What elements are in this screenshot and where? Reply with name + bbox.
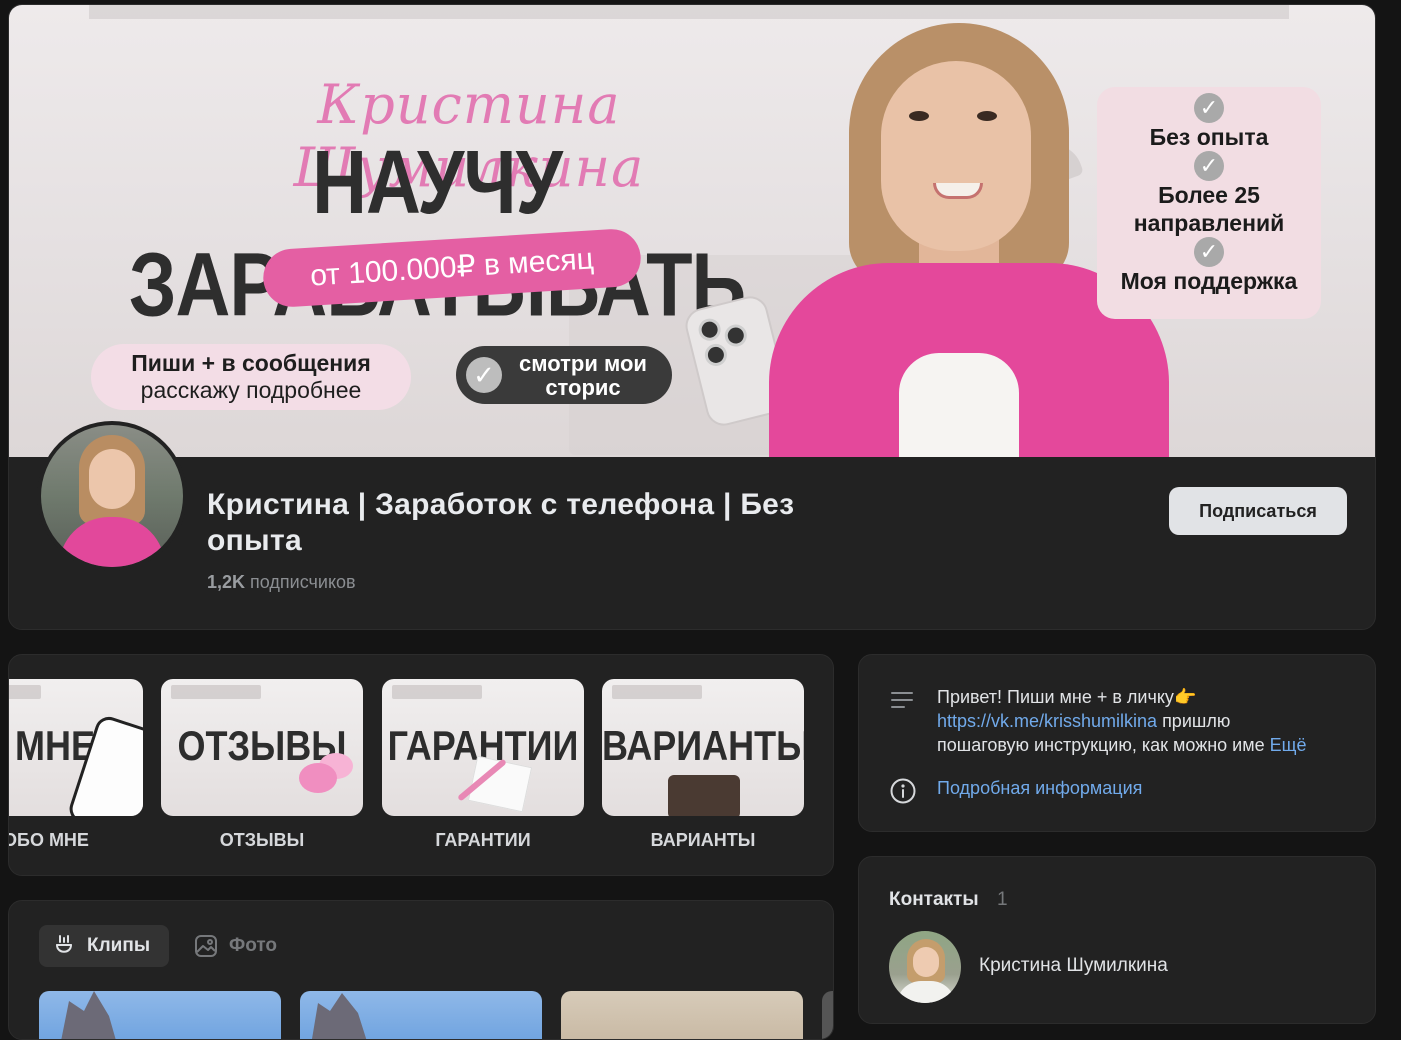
- checkmark-icon: ✓: [466, 357, 502, 393]
- highlight-thumb: ВАРИАНТЫ: [602, 679, 804, 816]
- cover-stories-line2: сторис: [545, 375, 621, 400]
- description-text: Привет! Пиши мне + в личку: [937, 687, 1174, 707]
- page-title: Кристина | Заработок с телефона | Без оп…: [207, 488, 795, 557]
- clip-thumbnail[interactable]: [561, 991, 803, 1039]
- avatar-shirt: [897, 981, 955, 1003]
- contacts-count: 1: [997, 889, 1008, 910]
- description-link[interactable]: https://vk.me/krisshumilkina: [937, 711, 1157, 731]
- highlight-thumb-word: ВАРИАНТЫ: [602, 721, 804, 769]
- checkmark-icon: ✓: [1194, 151, 1224, 181]
- tab-clips-label: Клипы: [87, 935, 151, 956]
- description-icon: [891, 692, 913, 708]
- cover-headline: НАУЧУ ЗАРАБАТЫВАТЬ: [129, 132, 746, 336]
- clips-icon: [56, 935, 72, 953]
- highlight-label: ОБО МНЕ: [8, 830, 89, 850]
- portrait-face: [881, 61, 1031, 251]
- story-highlights-card: МНЕ ОБО МНЕ ОТЗЫВЫ ОТЗЫВЫ ГАРАНТИИ ГАРАН…: [8, 654, 834, 876]
- subscribe-button[interactable]: Подписаться: [1169, 487, 1347, 535]
- subscribers-info[interactable]: 1,2K подписчиков: [207, 572, 356, 593]
- highlight-label: ГАРАНТИИ: [435, 830, 531, 850]
- thumb-shelf-decor: [392, 685, 482, 699]
- checkmark-icon: ✓: [1194, 237, 1224, 267]
- thumb-shelf-decor: [9, 685, 41, 699]
- highlight-thumb: ГАРАНТИИ: [382, 679, 584, 816]
- about-card: Привет! Пиши мне + в личку👉 https://vk.m…: [858, 654, 1376, 832]
- highlight-item[interactable]: ГАРАНТИИ ГАРАНТИИ: [382, 679, 584, 851]
- details-link[interactable]: Подробная информация: [937, 778, 1142, 799]
- pointing-hand-emoji: 👉: [1173, 687, 1197, 707]
- show-more-link[interactable]: Ещё: [1270, 735, 1307, 755]
- profile-avatar[interactable]: [37, 421, 187, 571]
- highlight-label: ВАРИАНТЫ: [650, 830, 756, 850]
- info-icon: [890, 778, 916, 804]
- highlight-label: ОТЗЫВЫ: [219, 830, 305, 850]
- photo-icon: [195, 935, 217, 957]
- profile-header-card: Кристина Шумилкина НАУЧУ ЗАРАБАТЫВАТЬ от…: [8, 4, 1376, 630]
- tree-illustration: [61, 991, 116, 1039]
- camera-lens-icon: [702, 341, 730, 369]
- clip-thumbnail[interactable]: [300, 991, 542, 1039]
- contacts-card: Контакты 1 Кристина Шумилкина: [858, 856, 1376, 1024]
- highlight-thumb: ОТЗЫВЫ: [161, 679, 363, 816]
- highlight-item[interactable]: ВАРИАНТЫ ВАРИАНТЫ: [602, 679, 804, 851]
- media-card: Клипы Фото: [8, 900, 834, 1040]
- portrait-eye: [977, 111, 997, 121]
- portrait-eye: [909, 111, 929, 121]
- cover-stories-text: смотри мои сторис: [502, 352, 664, 400]
- cover-stories-badge: ✓ смотри мои сторис: [456, 346, 672, 404]
- wallet-illustration: [668, 775, 740, 816]
- cover-image: Кристина Шумилкина НАУЧУ ЗАРАБАТЫВАТЬ от…: [9, 5, 1375, 457]
- portrait-top: [899, 353, 1019, 457]
- cover-message-line1: Пиши + в сообщения: [131, 350, 371, 376]
- camera-lens-icon: [722, 322, 750, 349]
- highlight-item[interactable]: ОТЗЫВЫ ОТЗЫВЫ: [161, 679, 363, 851]
- tab-photo-label: Фото: [229, 935, 278, 956]
- cover-stories-line1: смотри мои: [519, 351, 647, 376]
- cover-message-bubble: Пиши + в сообщения расскажу подробнее: [91, 344, 411, 410]
- tab-clips[interactable]: Клипы: [39, 925, 169, 967]
- checkmark-icon: ✓: [1194, 93, 1224, 123]
- channel-description: Привет! Пиши мне + в личку👉 https://vk.m…: [937, 685, 1353, 757]
- contact-name[interactable]: Кристина Шумилкина: [979, 955, 1168, 977]
- subscribers-count: 1,2K: [207, 572, 246, 592]
- avatar-photo: [41, 425, 183, 567]
- tree-illustration: [312, 993, 367, 1039]
- highlight-item[interactable]: МНЕ ОБО МНЕ: [8, 679, 143, 851]
- cover-benefits-list: ✓ Без опыта ✓ Более 25 направлений ✓ Моя…: [1097, 87, 1321, 319]
- description-text: пришлю: [1157, 711, 1231, 731]
- subscribers-label: подписчиков: [250, 572, 356, 592]
- tab-photo[interactable]: Фото: [181, 925, 289, 967]
- avatar-jacket: [59, 517, 165, 567]
- clip-thumbnail[interactable]: [822, 991, 833, 1039]
- benefit-item: Без опыта: [1149, 124, 1269, 150]
- highlight-thumb: МНЕ: [9, 679, 143, 816]
- avatar-face: [913, 947, 939, 977]
- cover-shelf-decor: [89, 5, 1289, 19]
- avatar[interactable]: [889, 931, 961, 1003]
- contacts-title[interactable]: Контакты: [889, 889, 979, 911]
- description-text-line3: пошаговую инструкцию, как можно име: [937, 735, 1265, 755]
- thumb-shelf-decor: [612, 685, 702, 699]
- chat-bubble-icon: [299, 763, 337, 793]
- benefit-item: Более 25 направлений: [1133, 182, 1285, 236]
- clip-thumbnail[interactable]: [39, 991, 281, 1039]
- avatar-face: [89, 449, 135, 509]
- benefit-item: Моя поддержка: [1120, 268, 1298, 294]
- camera-lens-icon: [696, 316, 723, 344]
- thumb-shelf-decor: [171, 685, 261, 699]
- cover-message-line2: расскажу подробнее: [140, 377, 362, 403]
